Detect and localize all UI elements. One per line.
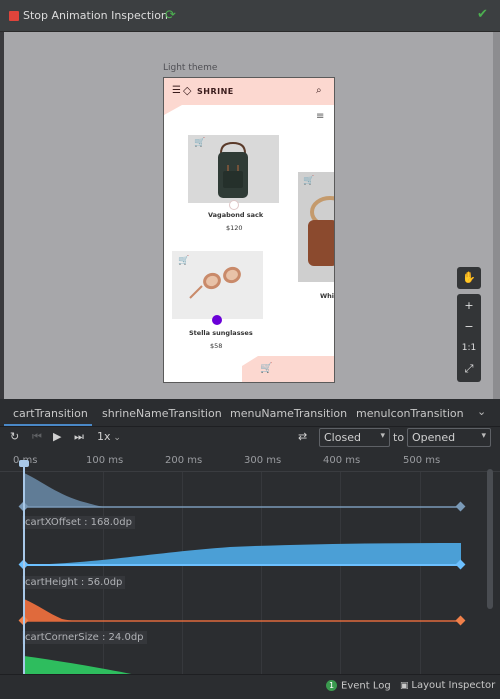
add-to-cart-icon[interactable]: 🛒 — [303, 176, 314, 186]
menu-icon[interactable]: ☰ — [172, 85, 181, 96]
check-icon[interactable]: ✔ — [477, 7, 488, 22]
product-name: Whit — [320, 292, 335, 300]
product-name: Vagabond sack — [208, 211, 264, 219]
play-icon[interactable]: ▶ — [53, 430, 61, 443]
event-log-label: Event Log — [341, 680, 391, 692]
speed-value: 1x — [97, 430, 111, 443]
stop-icon[interactable] — [9, 11, 19, 21]
event-log-button[interactable]: 1 Event Log — [326, 680, 391, 692]
theme-label: Light theme — [163, 63, 218, 73]
animation-timeline[interactable]: 0 ms 100 ms 200 ms 300 ms 400 ms 500 ms … — [0, 449, 500, 680]
transition-tabs: cartTransition shrineNameTransition menu… — [0, 399, 500, 427]
brand-logo — [229, 200, 239, 210]
active-tab-indicator — [4, 424, 92, 426]
add-to-cart-icon[interactable]: 🛒 — [194, 138, 205, 148]
timeline-tracks — [18, 473, 466, 680]
property-label: cartCornerSize : 24.0dp — [22, 631, 147, 644]
product-name: Stella sunglasses — [189, 329, 253, 337]
top-bar: Stop Animation Inspection ⟳ ✔ — [0, 0, 500, 32]
tab-cart-transition[interactable]: cartTransition — [13, 407, 88, 420]
dropdown-arrow-icon: ▾ — [380, 431, 385, 441]
product-price: $120 — [226, 224, 243, 232]
to-state-value: Opened — [412, 431, 456, 444]
layout-inspector-button[interactable]: ▣ Layout Inspector — [400, 680, 495, 691]
layout-inspector-label: Layout Inspector — [411, 680, 496, 691]
tab-menu-icon-transition[interactable]: menuIconTransition — [356, 407, 464, 420]
brand-logo — [212, 315, 222, 325]
status-bar: 1 Event Log ▣ Layout Inspector — [0, 674, 500, 699]
track-3-end-keyframe — [455, 615, 466, 626]
skip-to-start-icon[interactable]: ⏮ — [32, 430, 42, 444]
zoom-in-button[interactable]: + — [457, 296, 481, 316]
playback-controls: ↻ ⏮ ▶ ⏭ 1x ⌄ ⇄ Closed ▾ to Opened ▾ — [0, 427, 500, 449]
property-label: cartXOffset : 168.0dp — [22, 516, 135, 529]
add-to-cart-icon[interactable]: 🛒 — [178, 256, 189, 266]
refresh-icon[interactable]: ⟳ — [165, 8, 176, 23]
layout-inspector-icon: ▣ — [400, 681, 412, 691]
fit-screen-icon[interactable]: ⤢ — [457, 359, 481, 379]
playhead[interactable] — [23, 463, 25, 680]
zoom-toolbox: + − 1:1 ⤢ — [457, 294, 481, 382]
cart-icon[interactable]: 🛒 — [260, 363, 272, 374]
search-icon[interactable]: ⌕ — [316, 85, 322, 96]
track-3-curve — [24, 599, 90, 621]
tab-menu-name-transition[interactable]: menuNameTransition — [230, 407, 347, 420]
dropdown-arrow-icon: ▾ — [481, 431, 486, 441]
event-count-badge: 1 — [326, 680, 337, 691]
product-price: $58 — [210, 342, 223, 350]
pan-toolbox: ✋ — [457, 267, 481, 289]
skip-to-end-icon[interactable]: ⏭ — [74, 430, 84, 444]
chevron-down-icon[interactable]: ⌄ — [477, 405, 486, 418]
property-label: cartHeight : 56.0dp — [22, 576, 126, 589]
track-1-end-keyframe — [455, 501, 466, 512]
brand-title: SHRINE — [197, 87, 234, 96]
timeline-scrollbar[interactable] — [487, 469, 493, 609]
to-label: to — [393, 431, 405, 444]
preview-scrollbar[interactable] — [493, 32, 500, 399]
to-state-select[interactable]: Opened ▾ — [407, 428, 491, 447]
track-2-curve — [24, 543, 461, 565]
speed-selector[interactable]: 1x ⌄ — [97, 430, 121, 443]
filter-icon[interactable]: ≡ — [316, 111, 324, 122]
from-state-value: Closed — [324, 431, 361, 444]
from-state-select[interactable]: Closed ▾ — [319, 428, 390, 447]
actual-size-button[interactable]: 1:1 — [457, 338, 481, 358]
swap-states-icon[interactable]: ⇄ — [298, 430, 307, 443]
diamond-logo-icon: ◇ — [183, 84, 192, 97]
replay-icon[interactable]: ↻ — [10, 430, 19, 443]
pan-icon[interactable]: ✋ — [457, 268, 481, 288]
track-1-curve — [24, 473, 110, 507]
playhead-handle[interactable] — [19, 460, 29, 467]
zoom-out-button[interactable]: − — [457, 317, 481, 337]
tab-shrine-name-transition[interactable]: shrineNameTransition — [102, 407, 222, 420]
product-image-planter[interactable] — [298, 172, 334, 282]
phone-preview: ☰ ◇ SHRINE ⌕ ≡ 🛒 Vagabond sack $120 🛒 Wh… — [163, 77, 335, 383]
window-title: Stop Animation Inspection — [23, 9, 168, 22]
